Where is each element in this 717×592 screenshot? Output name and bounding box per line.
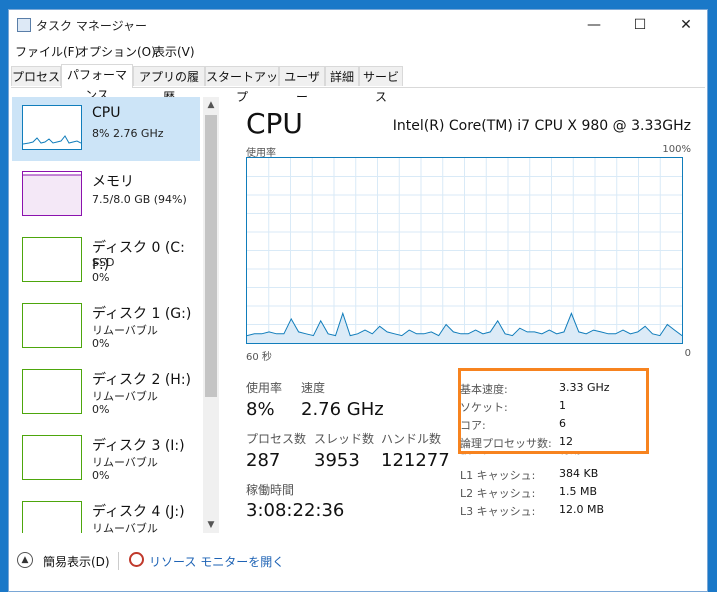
threads-label: スレッド数	[314, 432, 375, 446]
threads-value: 3953	[314, 450, 360, 471]
resource-list-scrollbar[interactable]: ▲ ▼	[203, 97, 219, 533]
resource-item-disk-2[interactable]: ディスク 2 (H:) リムーバブル 0%	[12, 361, 200, 425]
resource-monitor-icon[interactable]	[129, 552, 144, 567]
handles-value: 121277	[381, 450, 450, 471]
tab-users[interactable]: ユーザー	[279, 66, 325, 104]
resource-list: CPU 8% 2.76 GHz メモリ 7.5/8.0 GB (94%) ディス…	[12, 97, 200, 533]
handles-label: ハンドル数	[381, 432, 442, 446]
spec-label: 基本速度:	[460, 383, 508, 396]
resource-type: リムーバブル	[92, 324, 158, 337]
tab-startup[interactable]: スタートアップ	[205, 66, 279, 104]
spec-value: 12.0 MB	[559, 503, 605, 516]
resource-type: リムーバブル	[92, 522, 158, 533]
menu-bar: ファイル(F) オプション(O) 表示(V)	[9, 41, 707, 61]
scroll-up-arrow-icon[interactable]: ▲	[203, 97, 219, 113]
tab-details[interactable]: 詳細	[325, 66, 359, 86]
resource-item-cpu[interactable]: CPU 8% 2.76 GHz	[12, 97, 200, 161]
resource-name: ディスク 2 (H:)	[92, 372, 191, 388]
resource-detail: 0%	[92, 469, 110, 482]
cpu-usage-chart	[246, 158, 683, 343]
cpu-details-panel: CPU Intel(R) Core(TM) i7 CPU X 980 @ 3.3…	[221, 97, 707, 537]
resource-detail: 0%	[92, 403, 110, 416]
resource-item-disk-4[interactable]: ディスク 4 (J:) リムーバブル 0%	[12, 493, 200, 533]
resource-detail: 7.5/8.0 GB (94%)	[92, 193, 187, 206]
resource-name: ディスク 4 (J:)	[92, 504, 185, 520]
open-resource-monitor-link[interactable]: リソース モニターを開く	[149, 553, 284, 570]
resource-item-memory[interactable]: メモリ 7.5/8.0 GB (94%)	[12, 163, 200, 227]
page-title: CPU	[246, 107, 303, 140]
cpu-thumbnail-graph	[22, 105, 82, 150]
spec-label: ソケット:	[460, 401, 508, 414]
resource-name: ディスク 3 (I:)	[92, 438, 185, 454]
spec-value: 3.33 GHz	[559, 381, 610, 394]
uptime-value: 3:08:22:36	[246, 500, 345, 521]
menu-options[interactable]: オプション(O)	[77, 43, 156, 60]
disk-thumbnail-graph	[22, 369, 82, 414]
spec-label: L1 キャッシュ:	[460, 469, 536, 482]
speed-value: 2.76 GHz	[301, 399, 384, 420]
spec-value: 6	[559, 417, 566, 430]
processes-label: プロセス数	[246, 432, 307, 446]
spec-label: コア:	[460, 419, 486, 432]
spec-value: 12	[559, 435, 573, 448]
resource-detail: 0%	[92, 337, 110, 350]
footer-bar: ▲ 簡易表示(D) リソース モニターを開く	[9, 544, 707, 584]
window-title: タスク マネージャー	[36, 19, 147, 33]
spec-value: 384 KB	[559, 467, 599, 480]
menu-file[interactable]: ファイル(F)	[15, 43, 79, 60]
close-button[interactable]: ✕	[663, 10, 709, 40]
footer-divider	[118, 552, 119, 570]
disk-thumbnail-graph	[22, 237, 82, 282]
graph-label-time-window: 60 秒	[246, 352, 272, 363]
graph-label-max: 100%	[662, 144, 691, 155]
task-manager-window: タスク マネージャー — ☐ ✕ ファイル(F) オプション(O) 表示(V) …	[8, 9, 708, 592]
usage-label: 使用率	[246, 381, 283, 395]
maximize-button[interactable]: ☐	[617, 10, 663, 40]
tab-app-history[interactable]: アプリの履歴	[133, 66, 205, 104]
resource-item-disk-1[interactable]: ディスク 1 (G:) リムーバブル 0%	[12, 295, 200, 359]
graph-label-zero: 0	[684, 348, 691, 359]
resource-item-disk-3[interactable]: ディスク 3 (I:) リムーバブル 0%	[12, 427, 200, 491]
cpu-usage-graph	[246, 157, 683, 344]
disk-thumbnail-graph	[22, 435, 82, 480]
scrollbar-thumb[interactable]	[205, 115, 217, 397]
task-manager-icon	[17, 18, 31, 32]
processes-value: 287	[246, 450, 281, 471]
fewer-details-button[interactable]: 簡易表示(D)	[43, 553, 110, 570]
minimize-button[interactable]: —	[571, 10, 617, 40]
tab-strip: プロセス パフォーマンス アプリの履歴 スタートアップ ユーザー 詳細 サービス	[11, 64, 705, 104]
tab-processes[interactable]: プロセス	[11, 66, 61, 86]
resource-detail: 0%	[92, 271, 110, 284]
resource-name: CPU	[92, 105, 121, 121]
resource-type: リムーバブル	[92, 390, 158, 403]
spec-value: 1.5 MB	[559, 485, 598, 498]
memory-thumbnail-graph	[22, 171, 82, 216]
disk-thumbnail-graph	[22, 303, 82, 348]
resource-name: メモリ	[92, 174, 134, 190]
resource-detail: 8% 2.76 GHz	[92, 127, 164, 140]
spec-label: L3 キャッシュ:	[460, 505, 536, 518]
resource-type: SSD	[92, 256, 115, 269]
title-bar: タスク マネージャー — ☐ ✕	[9, 10, 707, 40]
usage-value: 8%	[246, 399, 275, 420]
uptime-label: 稼働時間	[246, 483, 295, 497]
disk-thumbnail-graph	[22, 501, 82, 533]
tab-performance[interactable]: パフォーマンス	[61, 64, 133, 102]
cpu-model: Intel(R) Core(TM) i7 CPU X 980 @ 3.33GHz	[392, 118, 691, 134]
spec-label: L2 キャッシュ:	[460, 487, 536, 500]
resource-name: ディスク 1 (G:)	[92, 306, 192, 322]
spec-value: 1	[559, 399, 566, 412]
scroll-down-arrow-icon[interactable]: ▼	[203, 517, 219, 533]
speed-label: 速度	[301, 381, 326, 395]
menu-view[interactable]: 表示(V)	[153, 43, 195, 60]
spec-label: 論理プロセッサ数:	[460, 437, 552, 450]
resource-type: リムーバブル	[92, 456, 158, 469]
tab-services[interactable]: サービス	[359, 66, 403, 104]
resource-item-disk-0[interactable]: ディスク 0 (C: F:) SSD 0%	[12, 229, 200, 293]
chevron-up-icon[interactable]: ▲	[17, 552, 33, 568]
